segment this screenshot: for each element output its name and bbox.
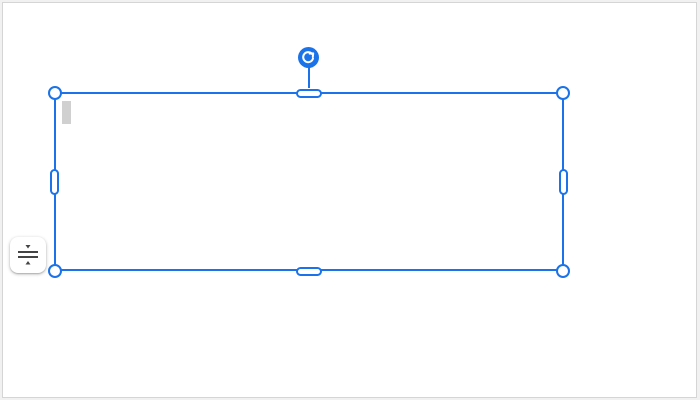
vertical-align-middle-icon (18, 245, 38, 265)
text-box-selection[interactable] (54, 92, 564, 271)
vertical-align-button[interactable] (10, 237, 46, 273)
resize-handle-bottom[interactable] (296, 267, 322, 276)
resize-handle-right[interactable] (559, 169, 568, 195)
text-cursor (62, 101, 71, 124)
resize-handle-top-left[interactable] (48, 86, 62, 100)
resize-handle-top[interactable] (296, 89, 322, 98)
resize-handle-bottom-right[interactable] (556, 264, 570, 278)
resize-handle-top-right[interactable] (556, 86, 570, 100)
rotate-stem (308, 66, 310, 88)
rotate-icon (302, 51, 315, 64)
resize-handle-left[interactable] (50, 169, 59, 195)
rotate-handle[interactable] (298, 47, 319, 68)
resize-handle-bottom-left[interactable] (48, 264, 62, 278)
